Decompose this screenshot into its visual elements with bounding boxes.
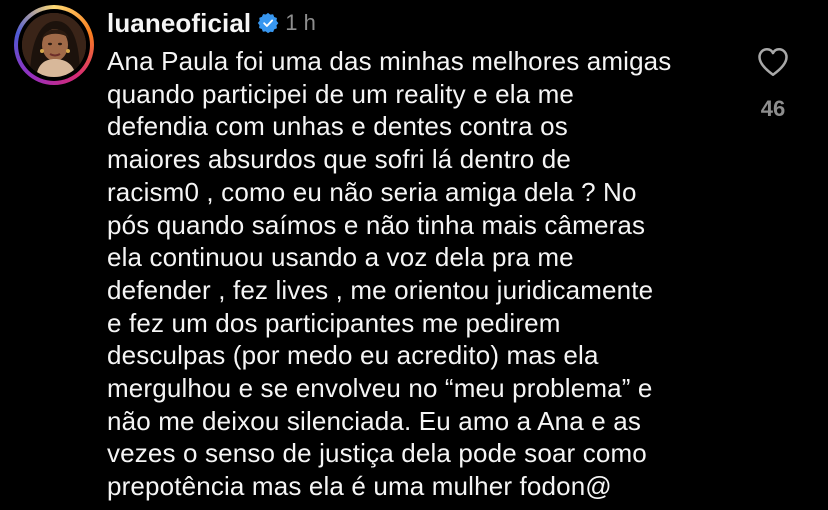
comment-line: não me deixou silenciada. Eu amo a Ana e…	[107, 405, 642, 436]
like-area: 46	[742, 44, 804, 122]
comment-line: mergulhou e se envolveu no “meu problema…	[107, 373, 653, 404]
comment-line: defendia com unhas e dentes contra os	[107, 111, 568, 142]
comment-line: racism0 , como eu não seria amiga dela ?…	[107, 176, 637, 207]
comment-line: Ana Paula foi uma das minhas melhores am…	[107, 46, 672, 76]
avatar-image	[22, 13, 86, 77]
avatar-portrait-icon	[22, 13, 86, 77]
comment-line: maiores absurdos que sofri lá dentro de	[107, 144, 571, 175]
comment-line: desculpas (por medo eu acredito) mas ela	[107, 340, 599, 371]
heart-icon[interactable]	[755, 44, 791, 80]
comment-line: pós quando saímos e não tinha mais câmer…	[107, 209, 646, 240]
comment-line: e fez um dos participantes me pedirem	[107, 307, 561, 338]
comment-line: vezes o senso de justiça dela pode soar …	[107, 438, 647, 469]
comment-timestamp: 1 h	[285, 10, 316, 35]
avatar-ring-gap	[18, 9, 90, 81]
comment-line: defender , fez lives , me orientou jurid…	[107, 274, 654, 305]
comment-line: quando participei de um reality e ela me	[107, 78, 575, 109]
comment-header: luaneoficial 1 h	[107, 8, 316, 38]
like-count: 46	[760, 96, 786, 121]
username[interactable]: luaneoficial	[107, 8, 251, 39]
comment: luaneoficial 1 h Ana Paula foi uma das m…	[0, 0, 828, 510]
comment-text: Ana Paula foi uma das minhas melhores am…	[107, 45, 747, 503]
comment-line: ela continuou usando a voz dela pra me	[107, 242, 574, 273]
avatar[interactable]	[14, 5, 94, 85]
comment-line: prepotência mas ela é uma mulher fodon@	[107, 471, 612, 502]
verified-badge-icon	[258, 12, 279, 34]
